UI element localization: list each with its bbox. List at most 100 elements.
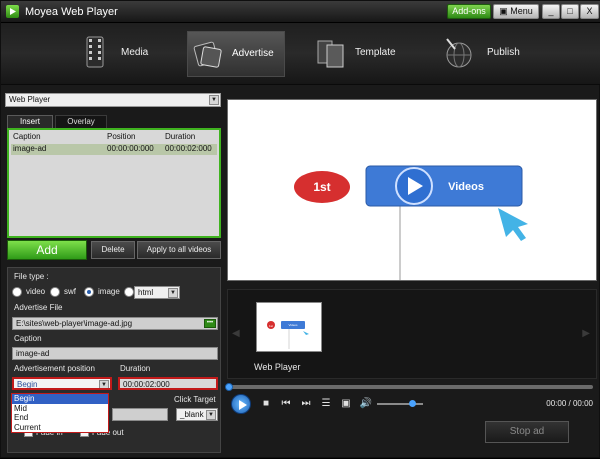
volume-icon[interactable]: 🔊 bbox=[359, 397, 373, 411]
nav-template-label: Template bbox=[355, 47, 396, 58]
player-select[interactable]: Web Player ▼ bbox=[5, 93, 221, 107]
tab-insert[interactable]: Insert bbox=[7, 115, 53, 128]
advertise-panel: Web Player ▼ Insert Overlay Caption Posi… bbox=[3, 91, 223, 459]
publish-icon bbox=[441, 35, 475, 71]
ad-position-select[interactable]: Begin ▼ bbox=[12, 377, 112, 390]
ad-list: Caption Position Duration image-ad 00:00… bbox=[7, 128, 221, 238]
position-option-end[interactable]: End bbox=[12, 413, 108, 423]
time-readout: 00:00 / 00:00 bbox=[546, 399, 593, 408]
window-title: Moyea Web Player bbox=[25, 6, 118, 18]
radio-image[interactable] bbox=[84, 287, 94, 297]
tab-overlay[interactable]: Overlay bbox=[55, 115, 107, 128]
maximize-button[interactable]: □ bbox=[561, 4, 579, 19]
advertise-file-label: Advertise File bbox=[14, 303, 63, 312]
ad-list-header: Caption Position Duration bbox=[9, 132, 219, 143]
row-position: 00:00:00:000 bbox=[107, 144, 154, 153]
progress-knob[interactable] bbox=[225, 383, 233, 391]
nav-publish-label: Publish bbox=[487, 47, 520, 58]
strip-left-arrow-icon[interactable]: ◀ bbox=[232, 328, 240, 339]
delete-button[interactable]: Delete bbox=[91, 241, 135, 259]
row-duration: 00:00:02:000 bbox=[165, 144, 212, 153]
addons-button[interactable]: Add-ons bbox=[447, 4, 491, 19]
duration-field[interactable]: 00:00:02:000 bbox=[118, 377, 218, 390]
chevron-down-icon[interactable]: ▼ bbox=[209, 95, 219, 105]
click-target-select[interactable]: _blank ▼ bbox=[176, 408, 218, 421]
radio-image-label: image bbox=[98, 287, 120, 296]
first-badge-text: 1st bbox=[313, 180, 330, 194]
stop-icon[interactable]: ■ bbox=[259, 397, 273, 411]
thumbnail-preview: 1st Videos bbox=[267, 321, 309, 349]
thumbnail[interactable]: 1st Videos bbox=[256, 302, 322, 352]
html-type-value: html bbox=[138, 288, 154, 297]
main-toolbar: Media Advertise Template Publish bbox=[1, 23, 600, 85]
radio-swf-label: swf bbox=[64, 287, 76, 296]
nav-advertise-label: Advertise bbox=[232, 48, 274, 59]
click-target-label: Click Target bbox=[174, 395, 216, 404]
volume-knob[interactable] bbox=[408, 400, 416, 407]
chevron-down-icon[interactable]: ▼ bbox=[206, 410, 216, 420]
column-position: Position bbox=[107, 132, 136, 141]
progress-bar[interactable] bbox=[225, 383, 593, 391]
player-select-value: Web Player bbox=[9, 95, 51, 104]
chevron-down-icon[interactable]: ▼ bbox=[99, 380, 109, 388]
volume-slider[interactable] bbox=[377, 400, 423, 407]
stop-ad-button[interactable]: Stop ad bbox=[485, 421, 569, 443]
html-type-select[interactable]: html ▼ bbox=[134, 286, 180, 299]
position-option-current[interactable]: Current bbox=[12, 423, 108, 433]
position-option-mid[interactable]: Mid bbox=[12, 404, 108, 414]
thumbnail-button: Videos bbox=[288, 323, 298, 327]
ad-list-row[interactable]: image-ad 00:00:00:000 00:00:02:000 bbox=[11, 144, 217, 155]
film-icon bbox=[81, 35, 115, 71]
preview-canvas: 1st Videos bbox=[294, 165, 528, 280]
advertise-icon bbox=[192, 36, 226, 72]
fullscreen-icon[interactable]: ▣ bbox=[339, 397, 353, 411]
close-button[interactable]: X bbox=[580, 4, 599, 19]
file-type-label: File type : bbox=[14, 272, 49, 281]
playlist-icon[interactable]: ☰ bbox=[319, 397, 333, 411]
menu-icon: ▣ bbox=[499, 6, 511, 16]
browse-button[interactable]: ••• bbox=[204, 319, 216, 328]
apply-to-all-button[interactable]: Apply to all videos bbox=[137, 241, 221, 259]
play-icon bbox=[239, 400, 247, 410]
nav-template[interactable]: Template bbox=[315, 31, 425, 77]
play-button[interactable] bbox=[231, 394, 251, 414]
column-duration: Duration bbox=[165, 132, 196, 141]
radio-video-label: video bbox=[26, 287, 46, 296]
menu-label: Menu bbox=[510, 6, 533, 16]
caption-field[interactable]: image-ad bbox=[12, 347, 218, 360]
ad-preview: 1st Videos bbox=[227, 99, 597, 281]
menu-button[interactable]: ▣ Menu bbox=[493, 4, 539, 19]
nav-media[interactable]: Media bbox=[81, 31, 191, 77]
advertise-file-value: E:\sites\web-player\image-ad.jpg bbox=[16, 319, 133, 328]
caption-label: Caption bbox=[14, 334, 42, 343]
strip-right-arrow-icon[interactable]: ▶ bbox=[582, 328, 590, 339]
radio-video[interactable] bbox=[12, 287, 22, 297]
next-icon[interactable]: ⏭ bbox=[299, 397, 313, 411]
nav-advertise[interactable]: Advertise bbox=[187, 31, 285, 77]
app-logo-icon bbox=[6, 5, 19, 18]
ad-position-value: Begin bbox=[17, 380, 38, 389]
app-window: Moyea Web Player Add-ons ▣ Menu _ □ X Me… bbox=[0, 0, 600, 458]
ad-position-dropdown: Begin Mid End Current bbox=[11, 393, 109, 433]
nav-publish[interactable]: Publish bbox=[441, 31, 551, 77]
column-caption: Caption bbox=[13, 132, 41, 141]
position-option-begin[interactable]: Begin bbox=[12, 394, 108, 404]
player-controls: ■ ⏮ ⏭ ☰ ▣ 🔊 00:00 / 00:00 bbox=[227, 393, 597, 415]
thumbnail-badge: 1st bbox=[269, 324, 273, 328]
cursor-arrow-icon bbox=[498, 208, 528, 241]
radio-swf[interactable] bbox=[50, 287, 60, 297]
video-button-shape[interactable] bbox=[365, 165, 523, 207]
minimize-button[interactable]: _ bbox=[542, 4, 560, 19]
row-caption: image-ad bbox=[13, 144, 47, 153]
title-bar: Moyea Web Player Add-ons ▣ Menu _ □ X bbox=[1, 1, 600, 23]
previous-icon[interactable]: ⏮ bbox=[279, 397, 293, 411]
template-icon bbox=[315, 35, 349, 71]
link-field[interactable] bbox=[112, 408, 168, 421]
radio-html[interactable] bbox=[124, 287, 134, 297]
add-button[interactable]: Add bbox=[7, 240, 87, 260]
thumbnail-strip: ◀ 1st Videos Web Player ▶ bbox=[227, 289, 597, 379]
nav-media-label: Media bbox=[121, 47, 149, 58]
chevron-down-icon[interactable]: ▼ bbox=[168, 288, 178, 298]
advertise-file-field[interactable]: E:\sites\web-player\image-ad.jpg ••• bbox=[12, 317, 218, 330]
videos-button-label: Videos bbox=[448, 181, 484, 193]
